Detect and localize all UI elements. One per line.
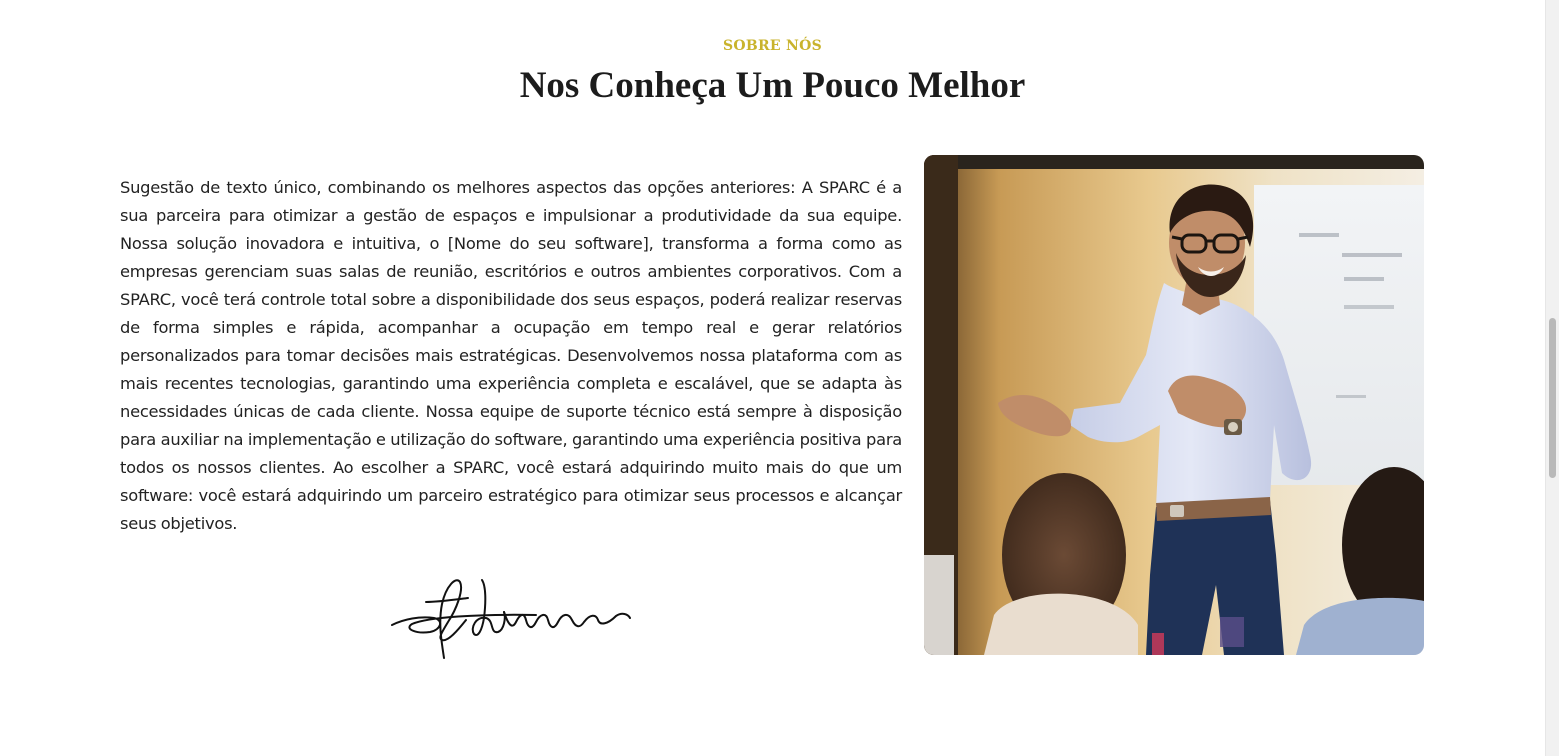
section-title: Nos Conheça Um Pouco Melhor — [519, 65, 1026, 106]
presenter-photo — [924, 155, 1424, 655]
signature-image — [391, 579, 631, 659]
section-eyebrow: SOBRE NÓS — [722, 38, 823, 54]
about-paragraph: Sugestão de texto único, combinando os m… — [120, 178, 902, 533]
scrollbar-thumb[interactable] — [1549, 318, 1556, 478]
about-section: SOBRE NÓS Nos Conheça Um Pouco Melhor Su… — [0, 0, 1545, 756]
page-scrollbar[interactable] — [1545, 0, 1559, 756]
